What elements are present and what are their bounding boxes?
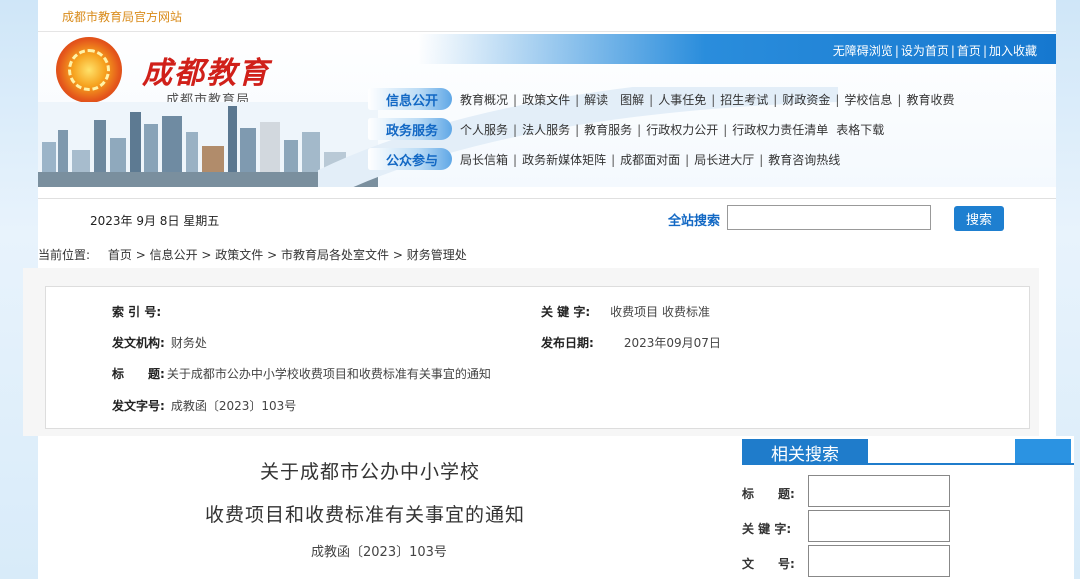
nav-link[interactable]: 财政资金 (782, 93, 830, 107)
breadcrumb-label: 当前位置: (38, 248, 91, 262)
top-links: 无障碍浏览 | 设为首页 | 首页 | 加入收藏 (832, 44, 1037, 58)
search-button[interactable]: 搜索 (954, 206, 1004, 231)
nav-link[interactable]: 局长进大厅 (694, 153, 754, 167)
related-search-heading: 相关搜索 (742, 439, 868, 465)
home-link[interactable]: 首页 (957, 44, 981, 58)
add-favorite-link[interactable]: 加入收藏 (989, 44, 1037, 58)
index-row: 索 引 号: (112, 303, 167, 320)
nav-link[interactable]: 教育服务 (584, 123, 632, 137)
nav-links-services: 个人服务 | 法人服务 | 教育服务 | 行政权力公开 | 行政权力责任清单 表格下载 (460, 122, 885, 137)
nav-link[interactable]: 法人服务 (522, 123, 570, 137)
breadcrumb-item[interactable]: 首页 (108, 248, 132, 262)
nav-row-services: 政务服务 个人服务 | 法人服务 | 教育服务 | 行政权力公开 | 行政权力责任清单 表格下载 (368, 116, 884, 142)
article-doc-number: 成教函〔2023〕103号 (311, 545, 447, 560)
related-keywords-input[interactable] (808, 510, 950, 542)
site-search-input[interactable] (727, 205, 931, 230)
related-title-input[interactable] (808, 475, 950, 507)
breadcrumb-item[interactable]: 市教育局各处室文件 (281, 248, 389, 262)
title-label: 标 题: (112, 367, 165, 381)
keywords-value: 收费项目 收费标准 (610, 305, 710, 319)
logo-icon[interactable] (56, 37, 122, 103)
top-strip: 成都市教育局官方网站 (38, 0, 1056, 32)
keywords-row: 关 键 字: 收费项目 收费标准 (541, 303, 710, 320)
nav-link[interactable]: 政务新媒体矩阵 (522, 153, 606, 167)
site-name: 成都市教育局官方网站 (62, 10, 183, 24)
nav-tag-public-participation[interactable]: 公众参与 (368, 148, 452, 170)
nav-links-info: 教育概况 | 政策文件 | 解读 图解 | 人事任免 | 招生考试 | 财政资金 | 学校信息 | 教育收费 (460, 92, 955, 107)
nav-link[interactable]: 教育概况 (460, 93, 508, 107)
article-title-line-1: 关于成都市公办中小学校 (260, 461, 481, 483)
related-docno-label: 文 号: (742, 557, 795, 571)
doc-number-row: 发文字号: 成教函〔2023〕103号 (112, 397, 296, 414)
document-info-panel: 索 引 号: 关 键 字: 收费项目 收费标准 发文机构: 财务处 发布日期: 202… (23, 268, 1039, 436)
related-search-panel: 相关搜索 标 题: 关 键 字: 文 号: (732, 436, 1074, 579)
related-search-tab-decoration (1015, 439, 1071, 465)
nav-link[interactable]: 局长信箱 (460, 153, 508, 167)
breadcrumb-item[interactable]: 财务管理处 (407, 248, 467, 262)
nav-link[interactable]: 学校信息 (844, 93, 892, 107)
date-search-bar: 2023年 9月 8日 星期五 全站搜索 搜索 (38, 198, 1056, 238)
top-links-bar: 无障碍浏览 | 设为首页 | 首页 | 加入收藏 (418, 34, 1056, 64)
publish-date-row: 发布日期: 2023年09月07日 (541, 334, 721, 351)
nav-tag-info-public[interactable]: 信息公开 (368, 88, 452, 110)
related-keywords-label: 关 键 字: (742, 522, 792, 536)
nav-link[interactable]: 行政权力公开 (646, 123, 718, 137)
current-date: 2023年 9月 8日 星期五 (90, 214, 220, 228)
article-title-line-2: 收费项目和收费标准有关事宜的通知 (205, 504, 526, 526)
breadcrumb-item[interactable]: 信息公开 (150, 248, 198, 262)
nav-link[interactable]: 个人服务 (460, 123, 508, 137)
nav-link[interactable]: 教育收费 (906, 93, 954, 107)
nav-link[interactable]: 行政权力责任清单 (732, 123, 828, 137)
nav-links-participation: 局长信箱 | 政务新媒体矩阵 | 成都面对面 | 局长进大厅 | 教育咨询热线 (460, 152, 841, 167)
document-info-table: 索 引 号: 关 键 字: 收费项目 收费标准 发文机构: 财务处 发布日期: 202… (45, 286, 1030, 429)
keywords-label: 关 键 字: (541, 305, 591, 319)
related-title-label: 标 题: (742, 487, 795, 501)
publish-date-value: 2023年09月07日 (623, 336, 721, 350)
accessibility-link[interactable]: 无障碍浏览 (833, 44, 893, 58)
header-banner: 无障碍浏览 | 设为首页 | 首页 | 加入收藏 成都教育 成都市教育局 信息公… (38, 32, 1056, 187)
nav-link[interactable]: 招生考试 (720, 93, 768, 107)
nav-link[interactable]: 政策文件 (522, 93, 570, 107)
issuer-label: 发文机构: (112, 336, 165, 350)
set-homepage-link[interactable]: 设为首页 (901, 44, 949, 58)
index-label: 索 引 号: (112, 305, 162, 319)
brand-title: 成都教育 (142, 56, 270, 91)
nav-row-participation: 公众参与 局长信箱 | 政务新媒体矩阵 | 成都面对面 | 局长进大厅 | 教育咨询热线 (368, 146, 840, 172)
breadcrumb: 当前位置: 首页 > 信息公开 > 政策文件 > 市教育局各处室文件 > 财务管… (38, 248, 467, 262)
breadcrumb-item[interactable]: 政策文件 (215, 248, 263, 262)
related-docno-input[interactable] (808, 545, 950, 577)
nav-row-info: 信息公开 教育概况 | 政策文件 | 解读 图解 | 人事任免 | 招生考试 | 财政资金 | 学校信息… (368, 86, 954, 112)
nav-tag-gov-services[interactable]: 政务服务 (368, 118, 452, 140)
title-row: 标 题: 关于成都市公办中小学校收费项目和收费标准有关事宜的通知 (112, 365, 491, 382)
site-search-label: 全站搜索 (668, 214, 721, 229)
publish-date-label: 发布日期: (541, 336, 594, 350)
related-search-divider (742, 463, 1074, 465)
page: 成都市教育局官方网站 无障碍浏览 | 设为首页 | 首页 | 加入收藏 成都教育 成都市教育… (23, 0, 1074, 579)
nav-link[interactable]: 人事任免 (658, 93, 706, 107)
nav-link[interactable]: 解读 图解 (584, 93, 644, 107)
nav-link[interactable]: 成都面对面 (620, 153, 680, 167)
title-value: 关于成都市公办中小学校收费项目和收费标准有关事宜的通知 (166, 367, 491, 381)
doc-number-label: 发文字号: (112, 399, 165, 413)
doc-number-value: 成教函〔2023〕103号 (170, 399, 297, 413)
nav-link[interactable]: 表格下载 (836, 123, 884, 137)
issuer-value: 财务处 (170, 336, 207, 350)
issuer-row: 发文机构: 财务处 (112, 334, 207, 351)
nav-link[interactable]: 教育咨询热线 (768, 153, 840, 167)
